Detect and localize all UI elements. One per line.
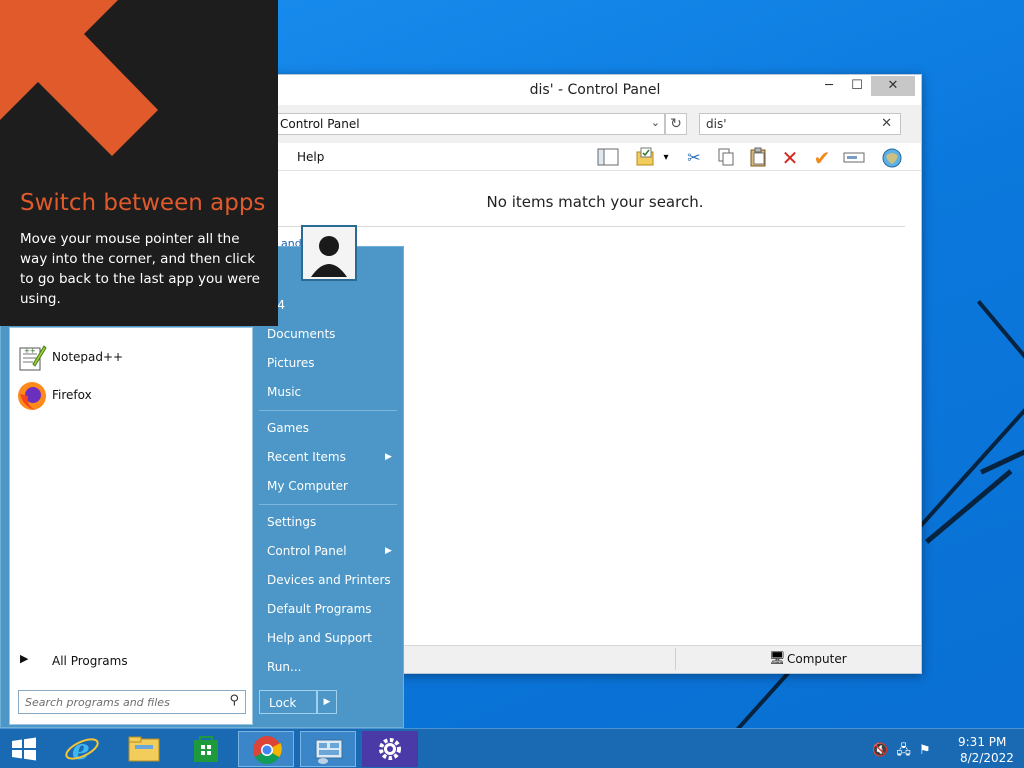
svg-text:e: e xyxy=(72,733,90,766)
delete-icon[interactable]: ✕ xyxy=(779,147,801,169)
start-item-pictures[interactable]: Pictures xyxy=(267,356,315,370)
search-placeholder: Search programs and files xyxy=(25,696,170,709)
volume-muted-icon[interactable]: 🔇 xyxy=(872,743,888,758)
computer-icon: 🖥 xyxy=(769,651,786,666)
start-item-default-programs[interactable]: Default Programs xyxy=(267,602,372,616)
tip-title: Switch between apps xyxy=(20,190,266,216)
start-icon xyxy=(12,737,36,761)
search-input[interactable]: dis' ✕ xyxy=(699,113,901,135)
lock-button[interactable]: Lock xyxy=(259,690,317,714)
tip-body: Move your mouse pointer all the way into… xyxy=(20,231,260,307)
folder-options-icon[interactable] xyxy=(635,147,657,169)
layout-pane-icon[interactable] xyxy=(597,147,619,169)
svg-text:++: ++ xyxy=(24,347,36,355)
address-bar[interactable]: Control Panel ⌄ xyxy=(273,113,665,135)
chevron-down-icon[interactable]: ▾ xyxy=(659,147,673,169)
taskbar-file-explorer[interactable] xyxy=(116,731,172,767)
status-divider xyxy=(675,648,676,670)
menu-help[interactable]: Help xyxy=(297,150,324,164)
menu-separator xyxy=(259,504,397,505)
refresh-icon[interactable]: ↻ xyxy=(665,113,687,135)
internet-explorer-icon: e xyxy=(65,733,99,766)
firefox-icon xyxy=(16,380,48,412)
start-button[interactable] xyxy=(0,731,48,767)
taskbar: e 🔇 🖧 ⚑ 9:31 PM 8/2/2022 xyxy=(0,728,1024,768)
submenu-arrow-icon: ▶ xyxy=(385,546,392,556)
cut-icon[interactable]: ✂ xyxy=(683,147,705,169)
taskbar-store[interactable] xyxy=(178,731,234,767)
start-item-my-computer[interactable]: My Computer xyxy=(267,479,348,493)
start-item-settings[interactable]: Settings xyxy=(267,515,316,529)
start-item-run[interactable]: Run... xyxy=(267,660,301,674)
all-programs-button[interactable]: ▶ All Programs xyxy=(16,650,248,672)
taskbar-chrome[interactable] xyxy=(238,731,294,767)
divider xyxy=(273,226,905,227)
action-center-icon[interactable]: ⚑ xyxy=(919,743,931,758)
program-label: Notepad++ xyxy=(52,350,124,364)
submenu-arrow-icon: ▶ xyxy=(385,452,392,462)
wallpaper-line xyxy=(976,300,1024,372)
user-avatar[interactable] xyxy=(301,225,357,281)
chrome-icon xyxy=(253,736,282,764)
clear-search-icon[interactable]: ✕ xyxy=(881,116,892,131)
start-item-recent-items[interactable]: Recent Items xyxy=(267,450,346,464)
switch-apps-tip[interactable]: Switch between apps Move your mouse poin… xyxy=(0,0,278,326)
start-item-games[interactable]: Games xyxy=(267,421,309,435)
start-item-control-panel[interactable]: Control Panel xyxy=(267,544,347,558)
control-panel-icon xyxy=(315,739,343,764)
start-search-input[interactable]: Search programs and files ⚲ xyxy=(18,690,246,714)
program-firefox[interactable]: Firefox xyxy=(16,378,248,414)
status-computer-label: Computer xyxy=(787,652,847,666)
address-text: Control Panel xyxy=(280,117,360,131)
clock-date[interactable]: 8/2/2022 xyxy=(960,751,1014,765)
lock-label: Lock xyxy=(269,696,297,710)
menu-toolbar: Help ▾ ✂ ✕ ✔ xyxy=(269,143,921,171)
properties-check-icon[interactable]: ✔ xyxy=(811,147,833,169)
copy-icon[interactable] xyxy=(715,147,737,169)
network-icon[interactable]: 🖧 xyxy=(896,743,911,758)
start-item-music[interactable]: Music xyxy=(267,385,301,399)
program-label: Firefox xyxy=(52,388,92,402)
taskbar-settings[interactable] xyxy=(362,731,418,767)
start-programs-pane: ++ Notepad++ Firefox ▶ All Programs Sear… xyxy=(9,327,253,725)
clock-time[interactable]: 9:31 PM xyxy=(958,735,1006,749)
notepad-plus-plus-icon: ++ xyxy=(16,342,48,374)
start-item-help-support[interactable]: Help and Support xyxy=(267,631,372,645)
maximize-button[interactable]: ☐ xyxy=(843,76,871,96)
globe-icon[interactable] xyxy=(881,147,903,169)
close-button[interactable]: ✕ xyxy=(871,76,915,96)
search-icon[interactable]: ⚲ xyxy=(229,693,239,708)
taskbar-control-panel[interactable] xyxy=(300,731,356,767)
start-item-devices-printers[interactable]: Devices and Printers xyxy=(267,573,391,587)
triangle-right-icon: ▶ xyxy=(20,652,29,665)
taskbar-internet-explorer[interactable]: e xyxy=(54,731,110,767)
file-explorer-icon xyxy=(128,736,160,762)
settings-icon xyxy=(379,738,401,760)
address-row: Control Panel ⌄ ↻ dis' ✕ xyxy=(269,111,921,137)
program-notepad-plus-plus[interactable]: ++ Notepad++ xyxy=(16,340,248,376)
search-value: dis' xyxy=(706,117,727,131)
chevron-down-icon[interactable]: ⌄ xyxy=(651,116,660,129)
start-item-documents[interactable]: Documents xyxy=(267,327,335,341)
arrow-up-left-icon xyxy=(0,0,158,156)
paste-icon[interactable] xyxy=(747,147,769,169)
rename-icon[interactable] xyxy=(843,147,865,169)
lock-options-arrow-icon[interactable]: ▶ xyxy=(317,690,337,714)
minimize-button[interactable]: ─ xyxy=(815,76,843,96)
window-titlebar[interactable]: dis' - Control Panel ─ ☐ ✕ xyxy=(269,75,921,105)
system-tray: 🔇 🖧 ⚑ xyxy=(872,741,931,763)
menu-separator xyxy=(259,410,397,411)
store-icon xyxy=(194,736,218,762)
no-items-message: No items match your search. xyxy=(486,193,704,211)
all-programs-label: All Programs xyxy=(52,654,128,668)
